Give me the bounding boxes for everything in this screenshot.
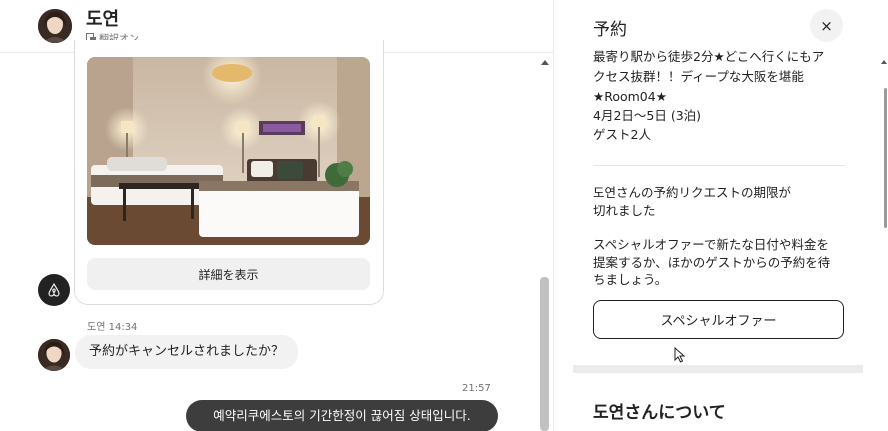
section-band xyxy=(573,365,863,373)
about-host-heading: 도연さんについて xyxy=(593,403,726,423)
airbnb-logo-icon xyxy=(38,274,70,306)
view-details-button[interactable]: 詳細を表示 xyxy=(87,258,370,290)
sender-avatar[interactable] xyxy=(38,339,70,371)
listing-title-line2: クセス抜群！！ディープな大阪を堪能 xyxy=(593,69,804,84)
close-button[interactable]: × xyxy=(810,9,843,42)
reservation-guests: ゲスト2人 xyxy=(593,127,651,142)
listing-title-line1: 最寄り駅から徒歩2分★どこへ行くにもア xyxy=(593,49,825,64)
listing-title-line3: ★Room04★ xyxy=(593,89,667,104)
offer-hint-line3: ちましょう。 xyxy=(593,272,668,287)
reservation-dates: 4月2日～5日 (3泊) xyxy=(593,108,702,123)
outgoing-message-bubble: 예약리쿠에스토의 기간한정이 끊어짐 상태입니다. xyxy=(186,400,498,431)
section-divider xyxy=(593,165,845,166)
panel-scrollbar[interactable] xyxy=(884,88,887,228)
host-avatar[interactable] xyxy=(38,9,72,43)
incoming-time: 14:34 xyxy=(108,322,138,333)
chat-scrollbar[interactable] xyxy=(540,277,549,431)
reservation-panel: 予約 × 最寄り駅から徒歩2分★どこへ行くにもア クセス抜群！！ディープな大阪を… xyxy=(554,0,888,431)
close-icon: × xyxy=(820,16,833,35)
incoming-message-meta: 도연 14:34 xyxy=(87,318,137,333)
expired-notice-line2: 切れました xyxy=(593,203,656,218)
incoming-sender: 도연 xyxy=(87,322,106,333)
special-offer-button[interactable]: スペシャルオファー xyxy=(593,300,844,339)
incoming-message-bubble: 予約がキャンセルされましたか？ xyxy=(75,335,299,369)
host-name: 도연 xyxy=(86,9,120,30)
chat-pane: 도연 翻訳オン xyxy=(0,0,553,431)
expired-notice-line1: 도연さんの予約リクエストの期限が xyxy=(593,185,792,200)
outgoing-time: 21:57 xyxy=(462,383,491,394)
panel-title: 予約 xyxy=(593,20,627,40)
offer-hint-line1: スペシャルオファーで新たな日付や料金を xyxy=(593,237,829,252)
listing-photo[interactable] xyxy=(87,57,370,245)
scroll-up-arrow-icon[interactable] xyxy=(541,60,549,65)
panel-scroll-up-icon[interactable] xyxy=(881,60,887,64)
